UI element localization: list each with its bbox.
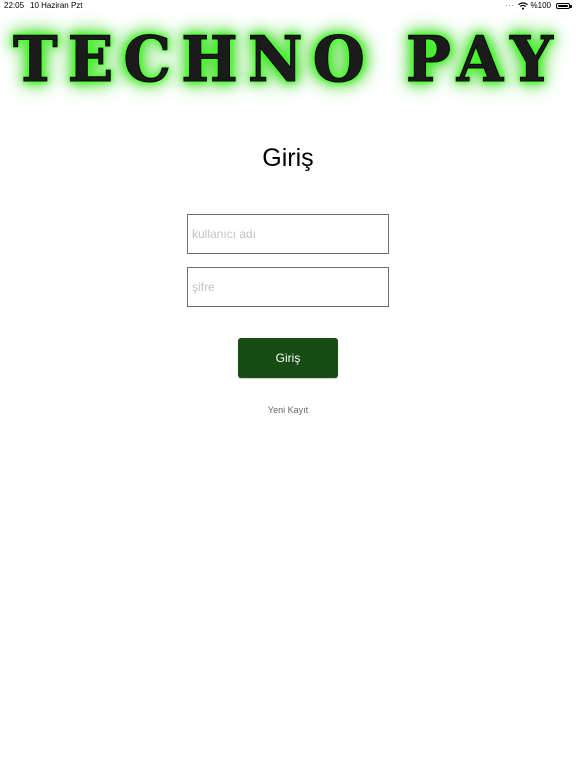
- login-button[interactable]: Giriş: [238, 338, 338, 378]
- password-input[interactable]: [187, 267, 389, 307]
- login-screen: 22:05 10 Haziran Pzt ··· %100 TECHNO PAY…: [0, 0, 576, 768]
- username-input[interactable]: [187, 214, 389, 254]
- register-link[interactable]: Yeni Kayıt: [0, 405, 576, 415]
- battery-level: [558, 4, 568, 7]
- battery-cap: [570, 4, 572, 8]
- status-left: 22:05 10 Haziran Pzt: [4, 1, 83, 10]
- status-bar: 22:05 10 Haziran Pzt ··· %100: [0, 0, 576, 12]
- status-date: 10 Haziran Pzt: [30, 1, 83, 10]
- status-right: ··· %100: [505, 0, 572, 10]
- multitasking-dots-icon: ···: [505, 0, 515, 10]
- app-logo: TECHNO PAY: [13, 22, 554, 98]
- wifi-icon: [517, 1, 528, 10]
- page-title: Giriş: [262, 144, 314, 172]
- battery-percentage: %100: [530, 1, 551, 10]
- battery-icon: [556, 2, 572, 9]
- logo-text: TECHNO PAY: [13, 23, 563, 98]
- status-time: 22:05: [4, 1, 25, 10]
